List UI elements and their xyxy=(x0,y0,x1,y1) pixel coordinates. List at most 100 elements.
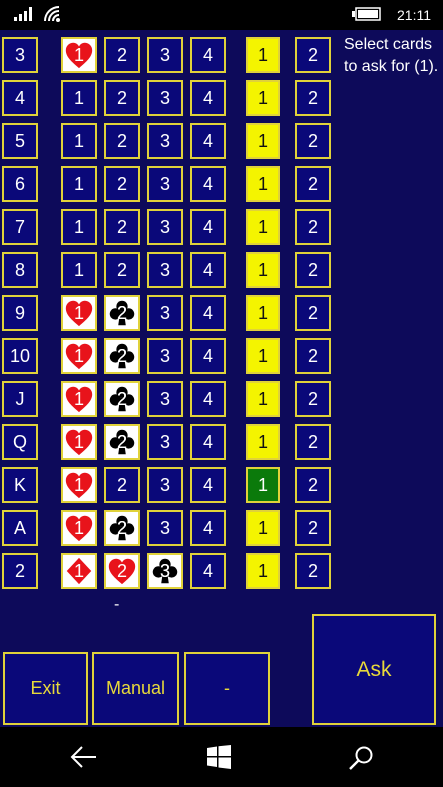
option-cell[interactable]: 2 xyxy=(295,252,331,288)
option-cell[interactable]: 2 xyxy=(295,295,331,331)
card-club-label: 2 xyxy=(116,431,127,452)
card-heart[interactable]: 2 xyxy=(104,553,140,589)
ask-count-cell-label: 1 xyxy=(257,259,268,280)
card-club[interactable]: 3 xyxy=(147,553,183,589)
card-slot[interactable]: 4 xyxy=(190,166,226,202)
rank-label: 5 xyxy=(2,123,38,159)
ask-count-cell[interactable]: 1 xyxy=(246,123,280,159)
card-slot[interactable]: 3 xyxy=(147,424,183,460)
card-slot[interactable]: 4 xyxy=(190,209,226,245)
card-slot[interactable]: 4 xyxy=(190,338,226,374)
card-heart[interactable]: 1 xyxy=(61,381,97,417)
card-slot[interactable]: 1 xyxy=(61,209,97,245)
rank-label: 4 xyxy=(2,80,38,116)
card-slot[interactable]: 3 xyxy=(147,252,183,288)
ask-count-cell-label: 1 xyxy=(257,302,268,323)
option-cell[interactable]: 2 xyxy=(295,166,331,202)
card-slot[interactable]: 4 xyxy=(190,123,226,159)
ask-count-cell[interactable]: 1 xyxy=(246,424,280,460)
card-slot[interactable]: 1 xyxy=(61,80,97,116)
card-slot[interactable]: 2 xyxy=(104,209,140,245)
card-slot[interactable]: 3 xyxy=(147,381,183,417)
search-icon[interactable] xyxy=(348,745,374,771)
ask-count-cell[interactable]: 1 xyxy=(246,295,280,331)
card-heart[interactable]: 1 xyxy=(61,424,97,460)
card-slot[interactable]: 1 xyxy=(61,252,97,288)
card-club[interactable]: 2 xyxy=(104,338,140,374)
card-slot-label: 4 xyxy=(202,474,213,495)
card-slot[interactable]: 3 xyxy=(147,295,183,331)
card-club[interactable]: 2 xyxy=(104,295,140,331)
card-club[interactable]: 2 xyxy=(104,381,140,417)
card-slot-label: 3 xyxy=(159,474,170,495)
card-heart[interactable]: 1 xyxy=(61,467,97,503)
manual-button[interactable]: Manual xyxy=(92,652,179,725)
card-diamond[interactable]: 1 xyxy=(61,553,97,589)
card-slot[interactable]: 4 xyxy=(190,467,226,503)
card-club[interactable]: 2 xyxy=(104,510,140,546)
card-slot[interactable]: 4 xyxy=(190,381,226,417)
card-slot[interactable]: 3 xyxy=(147,467,183,503)
ask-count-cell-label: 1 xyxy=(257,388,268,409)
card-slot[interactable]: 2 xyxy=(104,37,140,73)
prompt-text: Select cards to ask for (1). xyxy=(344,36,439,75)
windows-start-icon[interactable] xyxy=(207,745,231,769)
card-club-label: 2 xyxy=(116,345,127,366)
card-slot[interactable]: 3 xyxy=(147,209,183,245)
ask-count-cell[interactable]: 1 xyxy=(246,252,280,288)
card-slot-label: 1 xyxy=(73,216,84,237)
ask-count-cell[interactable]: 1 xyxy=(246,553,280,589)
card-slot[interactable]: 2 xyxy=(104,252,140,288)
card-slot[interactable]: 2 xyxy=(104,80,140,116)
option-cell[interactable]: 2 xyxy=(295,467,331,503)
card-slot[interactable]: 3 xyxy=(147,166,183,202)
option-cell[interactable]: 2 xyxy=(295,424,331,460)
option-cell[interactable]: 2 xyxy=(295,381,331,417)
card-slot[interactable]: 2 xyxy=(104,467,140,503)
exit-button[interactable]: Exit xyxy=(3,652,88,725)
card-heart[interactable]: 1 xyxy=(61,338,97,374)
card-slot[interactable]: 4 xyxy=(190,80,226,116)
card-heart[interactable]: 1 xyxy=(61,295,97,331)
card-slot[interactable]: 3 xyxy=(147,338,183,374)
card-slot[interactable]: 2 xyxy=(104,123,140,159)
option-cell[interactable]: 2 xyxy=(295,123,331,159)
ask-count-cell[interactable]: 1 xyxy=(246,338,280,374)
option-cell[interactable]: 2 xyxy=(295,338,331,374)
option-cell[interactable]: 2 xyxy=(295,553,331,589)
option-cell-label: 2 xyxy=(307,388,318,409)
option-cell[interactable]: 2 xyxy=(295,209,331,245)
card-slot-label: 3 xyxy=(159,345,170,366)
option-cell[interactable]: 2 xyxy=(295,80,331,116)
ask-count-cell[interactable]: 1 xyxy=(246,467,280,503)
card-slot[interactable]: 4 xyxy=(190,510,226,546)
card-heart[interactable]: 1 xyxy=(61,37,97,73)
card-slot[interactable]: 3 xyxy=(147,510,183,546)
back-icon[interactable] xyxy=(70,745,98,769)
card-club[interactable]: 2 xyxy=(104,424,140,460)
card-heart[interactable]: 1 xyxy=(61,510,97,546)
card-slot[interactable]: 4 xyxy=(190,424,226,460)
rank-label: A xyxy=(2,510,38,546)
card-slot[interactable]: 4 xyxy=(190,37,226,73)
card-slot[interactable]: 4 xyxy=(190,295,226,331)
card-slot[interactable]: 3 xyxy=(147,80,183,116)
ask-count-cell[interactable]: 1 xyxy=(246,37,280,73)
card-slot[interactable]: 2 xyxy=(104,166,140,202)
ask-count-cell[interactable]: 1 xyxy=(246,510,280,546)
option-cell[interactable]: 2 xyxy=(295,37,331,73)
card-slot[interactable]: 1 xyxy=(61,166,97,202)
ask-count-cell[interactable]: 1 xyxy=(246,80,280,116)
ask-count-cell[interactable]: 1 xyxy=(246,209,280,245)
ask-count-cell[interactable]: 1 xyxy=(246,381,280,417)
card-slot[interactable]: 4 xyxy=(190,553,226,589)
option-cell[interactable]: 2 xyxy=(295,510,331,546)
ask-count-cell[interactable]: 1 xyxy=(246,166,280,202)
card-slot[interactable]: 3 xyxy=(147,123,183,159)
card-slot[interactable]: 4 xyxy=(190,252,226,288)
card-slot[interactable]: 1 xyxy=(61,123,97,159)
card-slot[interactable]: 3 xyxy=(147,37,183,73)
dash-button[interactable]: - xyxy=(184,652,270,725)
card-club-label: 2 xyxy=(116,302,127,323)
ask-button[interactable]: Ask xyxy=(312,614,436,725)
